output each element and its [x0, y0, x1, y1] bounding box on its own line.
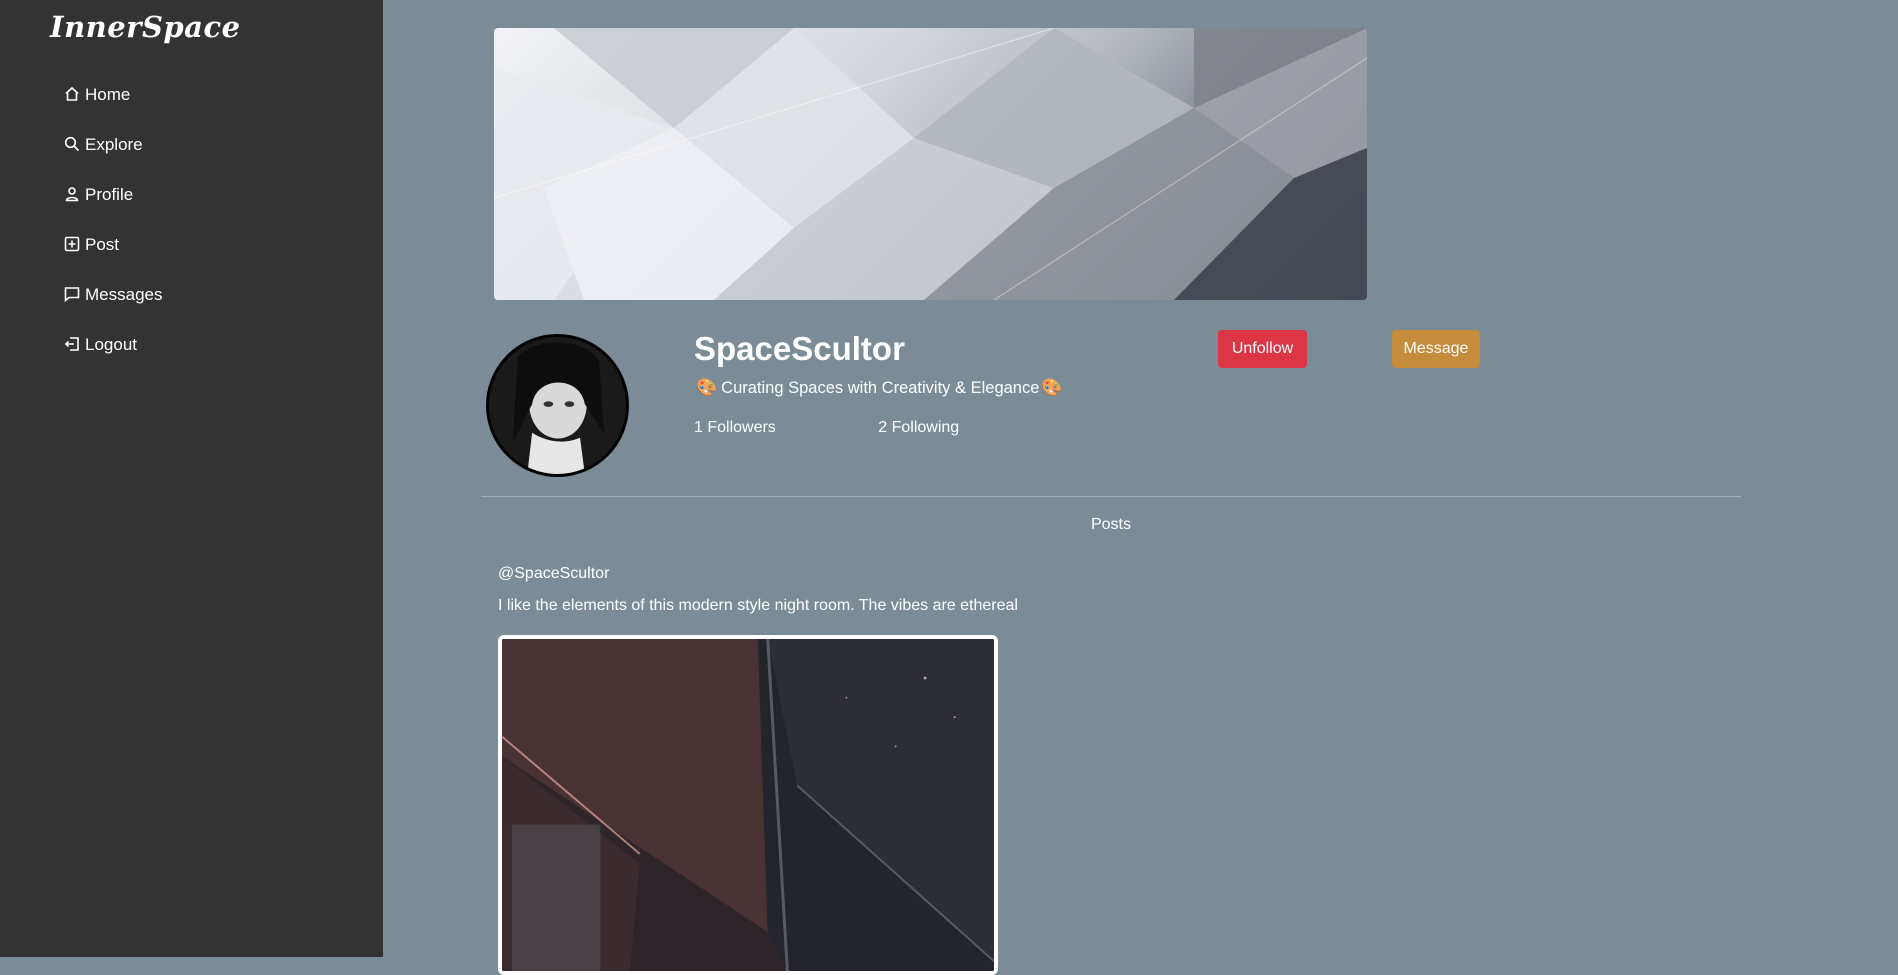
home-icon	[64, 86, 82, 104]
plus-square-icon	[64, 236, 82, 254]
app-logo[interactable]: InnerSpace	[50, 10, 241, 44]
main-content: SpaceScultor 🎨 Curating Spaces with Crea…	[383, 0, 1898, 975]
sidebar-item-home[interactable]: Home	[64, 70, 162, 120]
sidebar-item-label: Home	[85, 85, 131, 104]
sidebar-item-profile[interactable]: Profile	[64, 170, 162, 220]
profile-bio-text: Curating Spaces with Creativity & Elegan…	[721, 378, 1040, 397]
sidebar-item-label: Post	[85, 235, 120, 254]
post-author[interactable]: @SpaceScultor	[498, 565, 609, 583]
divider	[481, 496, 1741, 497]
user-icon	[64, 186, 82, 204]
sidebar-nav: Home Explore Profile Post Messages Logou…	[64, 70, 162, 370]
sidebar-item-post[interactable]: Post	[64, 220, 162, 270]
unfollow-button[interactable]: Unfollow	[1218, 330, 1307, 368]
posts-section-title: Posts	[1090, 516, 1131, 533]
logout-icon	[64, 336, 82, 354]
sidebar-item-logout[interactable]: Logout	[64, 320, 162, 370]
sidebar-item-label: Logout	[85, 335, 137, 354]
avatar	[486, 334, 629, 477]
chat-icon	[64, 286, 82, 304]
sidebar-item-label: Messages	[85, 285, 163, 304]
sidebar: InnerSpace Home Explore Profile Post Mes…	[0, 0, 383, 957]
profile-username: SpaceScultor	[694, 330, 905, 367]
post-text: I like the elements of this modern style…	[498, 597, 1018, 614]
sidebar-item-label: Explore	[85, 135, 143, 154]
profile-bio: 🎨 Curating Spaces with Creativity & Eleg…	[694, 378, 1067, 398]
message-button[interactable]: Message	[1392, 330, 1480, 368]
palette-emoji-icon: 🎨	[1041, 378, 1063, 397]
palette-emoji-icon: 🎨	[696, 378, 718, 397]
sidebar-item-label: Profile	[85, 185, 134, 204]
profile-banner	[494, 28, 1367, 300]
followers-count[interactable]: 1 Followers	[694, 419, 776, 436]
following-count[interactable]: 2 Following	[878, 419, 959, 436]
post-image[interactable]	[498, 635, 998, 975]
sidebar-item-messages[interactable]: Messages	[64, 270, 162, 320]
profile-stats: 1 Followers 2 Following	[694, 419, 1057, 437]
sidebar-item-explore[interactable]: Explore	[64, 120, 162, 170]
search-icon	[64, 136, 82, 154]
